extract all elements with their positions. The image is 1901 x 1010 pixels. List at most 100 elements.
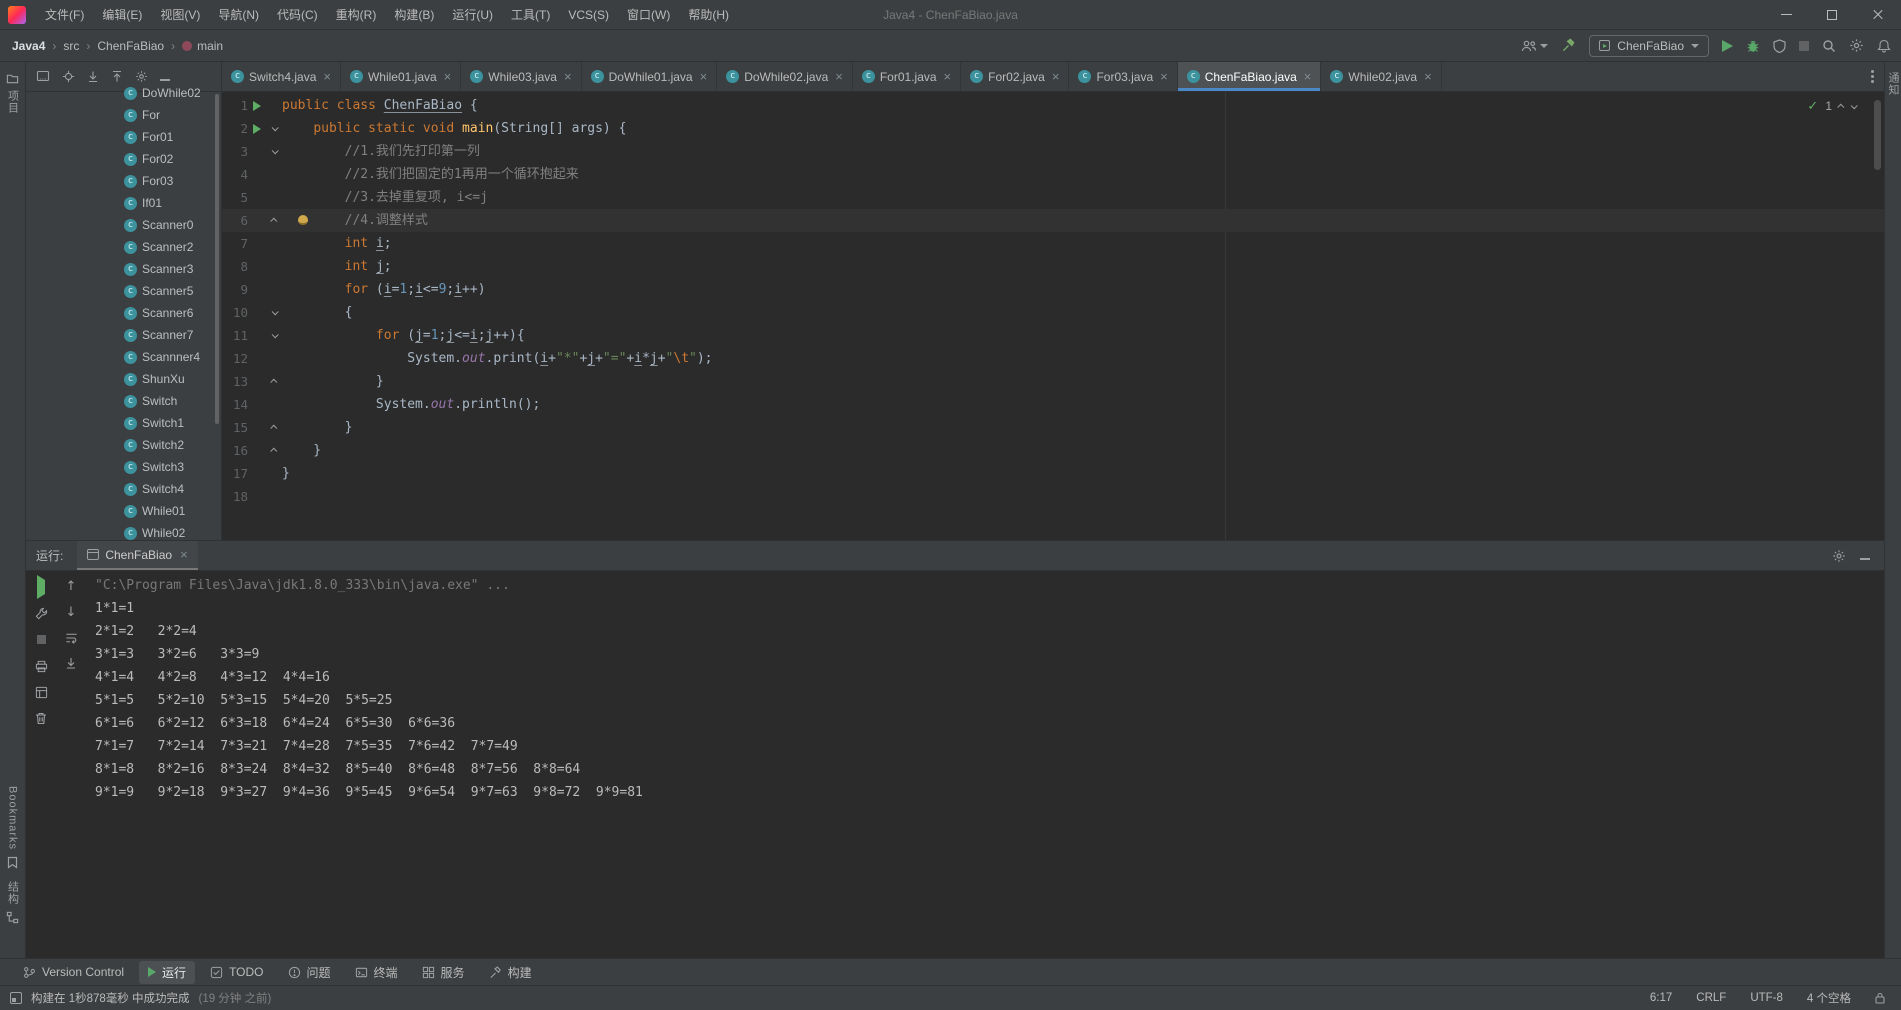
code-line[interactable]: 12 System.out.print(i+"*"+j+"="+i*j+"\t"… (222, 347, 1884, 370)
toolwindow-stripe-notifications[interactable]: 通知 (1885, 72, 1901, 96)
toolwindow-stripe-structure[interactable]: 结构 (5, 881, 21, 924)
code-line[interactable]: 14 System.out.println(); (222, 393, 1884, 416)
notifications-bell-icon[interactable] (1877, 39, 1891, 53)
caret-position[interactable]: 6:17 (1650, 992, 1672, 1004)
editor-tab[interactable]: c For02.java × (961, 62, 1070, 91)
run-config-selector[interactable]: ChenFaBiao (1589, 34, 1709, 57)
clear-all-icon[interactable] (35, 712, 47, 725)
console-output[interactable]: "C:\Program Files\Java\jdk1.8.0_333\bin\… (86, 571, 1884, 958)
fold-end-icon[interactable] (269, 447, 277, 455)
tree-item[interactable]: c Scannner4 (26, 346, 221, 368)
editor-tab[interactable]: c DoWhile01.java × (582, 62, 718, 91)
tree-item[interactable]: c While01 (26, 500, 221, 522)
print-icon[interactable] (35, 660, 48, 673)
run-gutter-icon[interactable] (253, 123, 261, 134)
gear-icon[interactable] (1832, 549, 1846, 563)
fold-icon[interactable] (271, 147, 279, 155)
down-arrow-icon[interactable]: ↓ (66, 606, 77, 619)
tree-item[interactable]: c Scanner0 (26, 214, 221, 236)
fold-icon[interactable] (271, 124, 279, 132)
toolwindow-button-version-control[interactable]: Version Control (14, 962, 133, 982)
code-line[interactable]: 13 } (222, 370, 1884, 393)
tree-item[interactable]: c For02 (26, 148, 221, 170)
tree-item[interactable]: c For (26, 104, 221, 126)
restore-layout-icon[interactable] (35, 686, 48, 699)
tree-item[interactable]: c If01 (26, 192, 221, 214)
tree-item[interactable]: c Switch4 (26, 478, 221, 500)
chevron-up-icon[interactable] (1837, 103, 1845, 111)
code-line[interactable]: 6 //4.调整样式 (222, 209, 1884, 232)
toolwindow-button-terminal[interactable]: 终端 (346, 961, 407, 984)
tab-close-icon[interactable]: × (1160, 69, 1168, 84)
wrench-icon[interactable] (35, 607, 48, 620)
tree-item[interactable]: c Scanner2 (26, 236, 221, 258)
menu-item[interactable]: 视图(V) (151, 0, 209, 30)
code-line[interactable]: 16 } (222, 439, 1884, 462)
toolwindow-button-build[interactable]: 构建 (480, 961, 541, 984)
fold-end-icon[interactable] (269, 217, 277, 225)
toolwindow-button-services[interactable]: 服务 (413, 961, 474, 984)
soft-wrap-icon[interactable] (65, 632, 78, 644)
toolwindow-button-problems[interactable]: 问题 (279, 961, 340, 984)
menu-item[interactable]: 文件(F) (36, 0, 93, 30)
editor-tab[interactable]: c DoWhile02.java × (717, 62, 853, 91)
encoding-indicator[interactable]: UTF-8 (1750, 992, 1783, 1004)
menu-item[interactable]: 代码(C) (268, 0, 327, 30)
tree-item[interactable]: c Scanner6 (26, 302, 221, 324)
tree-item[interactable]: c Switch2 (26, 434, 221, 456)
close-button[interactable] (1855, 0, 1901, 29)
code-line[interactable]: 4 //2.我们把固定的1再用一个循环抱起来 (222, 163, 1884, 186)
tab-close-icon[interactable]: × (564, 69, 572, 84)
tree-item[interactable]: c While02 (26, 522, 221, 540)
editor-tab[interactable]: c While02.java × (1321, 62, 1442, 91)
editor-tab[interactable]: c For03.java × (1069, 62, 1178, 91)
hide-panel-icon[interactable] (1860, 549, 1870, 563)
fold-end-icon[interactable] (269, 424, 277, 432)
more-tabs-icon[interactable] (1871, 70, 1874, 83)
tab-close-icon[interactable]: × (835, 69, 843, 84)
tab-close-icon[interactable]: × (323, 69, 331, 84)
scroll-to-end-icon[interactable] (65, 657, 77, 670)
menu-item[interactable]: 工具(T) (502, 0, 559, 30)
editor-scrollbar[interactable] (1874, 100, 1881, 170)
code-editor[interactable]: 1 public class ChenFaBiao {2 public stati… (222, 92, 1884, 540)
breadcrumb-item[interactable]: src (63, 39, 79, 53)
indent-indicator[interactable]: 4 个空格 (1807, 990, 1851, 1006)
menu-item[interactable]: 导航(N) (209, 0, 268, 30)
tab-close-icon[interactable]: × (1424, 69, 1432, 84)
menu-item[interactable]: 运行(U) (443, 0, 502, 30)
editor-tab[interactable]: c Switch4.java × (222, 62, 341, 91)
tree-scrollbar[interactable] (215, 94, 219, 424)
fold-icon[interactable] (271, 331, 279, 339)
search-everywhere-button[interactable] (1822, 39, 1836, 53)
tab-close-icon[interactable]: × (1304, 69, 1312, 84)
tree-item[interactable]: c Switch (26, 390, 221, 412)
code-line[interactable]: 2 public static void main(String[] args)… (222, 117, 1884, 140)
tree-item[interactable]: c Switch3 (26, 456, 221, 478)
toolwindow-switcher-icon[interactable] (10, 992, 22, 1004)
tree-item[interactable]: c For03 (26, 170, 221, 192)
run-button[interactable] (1722, 39, 1733, 52)
menu-item[interactable]: 构建(B) (385, 0, 443, 30)
tree-item[interactable]: c Scanner5 (26, 280, 221, 302)
toolwindow-button-run[interactable]: 运行 (139, 960, 196, 984)
breadcrumb-item[interactable]: Java4 (12, 39, 45, 53)
tab-close-icon[interactable]: × (700, 69, 708, 84)
code-line[interactable]: 10 { (222, 301, 1884, 324)
toolwindow-stripe-bookmarks[interactable]: Bookmarks (7, 786, 19, 869)
code-line[interactable]: 15 } (222, 416, 1884, 439)
menu-item[interactable]: 编辑(E) (93, 0, 151, 30)
inspections-widget[interactable]: ✓ 1 (1807, 98, 1858, 114)
code-with-me-users-icon[interactable] (1521, 39, 1549, 53)
tab-close-icon[interactable]: × (944, 69, 952, 84)
code-line[interactable]: 7 int i; (222, 232, 1884, 255)
maximize-button[interactable] (1809, 0, 1855, 29)
code-line[interactable]: 1 public class ChenFaBiao { (222, 94, 1884, 117)
editor-tab[interactable]: c While01.java × (341, 62, 462, 91)
tree-item[interactable]: c Scanner7 (26, 324, 221, 346)
code-line[interactable]: 9 for (i=1;i<=9;i++) (222, 278, 1884, 301)
code-line[interactable]: 18 (222, 485, 1884, 508)
tree-item[interactable]: c For01 (26, 126, 221, 148)
menu-item[interactable]: VCS(S) (559, 0, 618, 30)
up-arrow-icon[interactable]: ↑ (66, 580, 77, 593)
